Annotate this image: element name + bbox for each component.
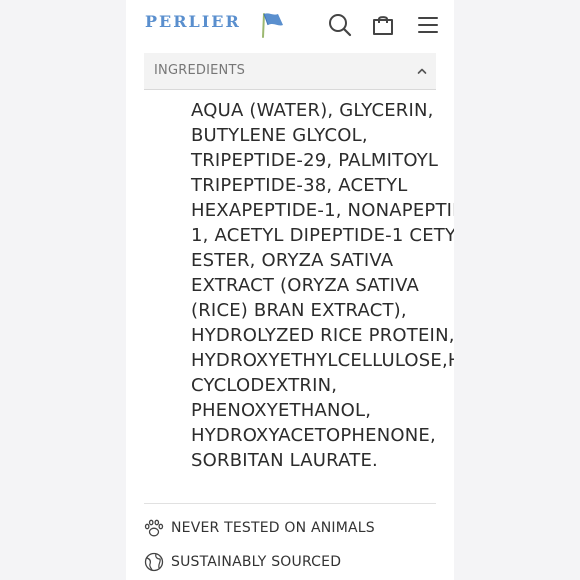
ingredients-accordion[interactable]: INGREDIENTS (144, 53, 436, 90)
feature-cruelty-free: NEVER TESTED ON ANIMALS (144, 516, 444, 540)
header: PERLIER (126, 0, 454, 50)
product-page: PERLIER INGREDIENTS AQUA (WATER), GLYCER… (126, 0, 454, 580)
feature-label: SUSTAINABLY SOURCED (171, 554, 342, 570)
chevron-up-icon[interactable] (417, 67, 427, 75)
feature-sustainable: SUSTAINABLY SOURCED (144, 550, 444, 574)
flag-logo-icon (262, 13, 283, 38)
paw-icon (144, 519, 164, 537)
bag-icon[interactable] (371, 13, 395, 37)
brand-logo[interactable]: PERLIER (145, 12, 241, 31)
feature-label: NEVER TESTED ON ANIMALS (171, 520, 375, 536)
menu-icon[interactable] (416, 13, 440, 37)
search-icon[interactable] (328, 13, 352, 37)
ingredients-text: AQUA (WATER), GLYCERIN, BUTYLENE GLYCOL,… (191, 100, 454, 471)
divider (144, 503, 436, 504)
globe-icon (144, 552, 164, 572)
accordion-label: INGREDIENTS (154, 63, 246, 78)
